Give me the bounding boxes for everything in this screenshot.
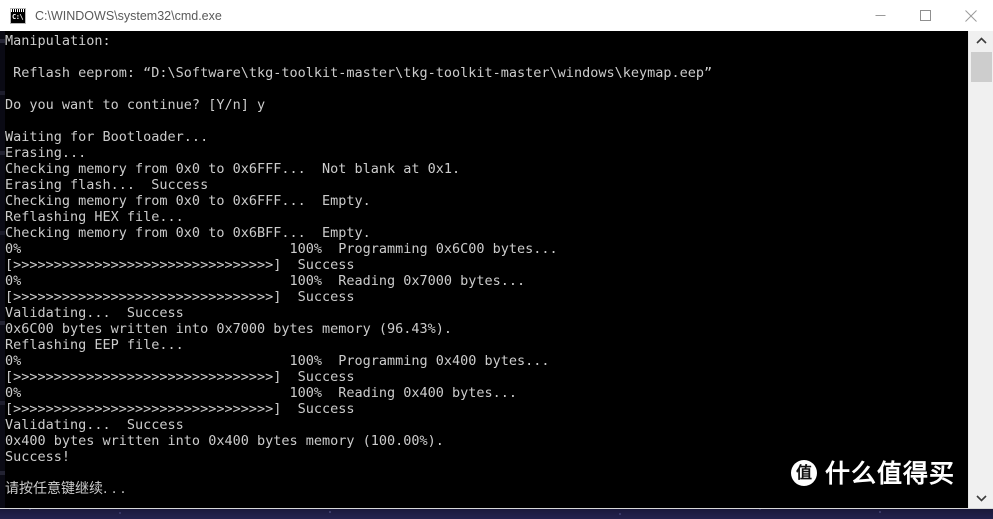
- console-line: [>>>>>>>>>>>>>>>>>>>>>>>>>>>>>>>>] Succe…: [5, 289, 355, 305]
- console-line: Validating... Success: [5, 305, 184, 321]
- console-line: Erasing flash... Success: [5, 177, 209, 193]
- scroll-thumb[interactable]: [971, 52, 992, 82]
- console-line: Waiting for Bootloader...: [5, 129, 209, 145]
- console-line: Do you want to continue? [Y/n] y: [5, 97, 266, 113]
- console-line: Reflashing HEX file...: [5, 209, 184, 225]
- minimize-button[interactable]: [858, 0, 903, 31]
- window-controls: [858, 0, 993, 31]
- console-line: 0x400 bytes written into 0x400 bytes mem…: [5, 433, 444, 449]
- console-line: 请按任意键继续. . .: [5, 481, 126, 497]
- vertical-scrollbar[interactable]: [968, 31, 993, 508]
- maximize-button[interactable]: [903, 0, 948, 31]
- console-line: 0% 100% Reading 0x7000 bytes...: [5, 273, 526, 289]
- console-line: [>>>>>>>>>>>>>>>>>>>>>>>>>>>>>>>>] Succe…: [5, 257, 355, 273]
- console-line: [>>>>>>>>>>>>>>>>>>>>>>>>>>>>>>>>] Succe…: [5, 401, 355, 417]
- console-line: Checking memory from 0x0 to 0x6BFF... Em…: [5, 225, 371, 241]
- cmd-console-window: C:\WINDOWS\system32\cmd.exe Manip: [0, 0, 993, 508]
- console-line: 0% 100% Reading 0x400 bytes...: [5, 385, 518, 401]
- console-line: 0% 100% Programming 0x400 bytes...: [5, 353, 550, 369]
- console-line: Validating... Success: [5, 417, 184, 433]
- console-line: Manipulation:: [5, 33, 111, 49]
- console-line: Erasing...: [5, 145, 87, 161]
- console-line: 0x6C00 bytes written into 0x7000 bytes m…: [5, 321, 453, 337]
- window-title: C:\WINDOWS\system32\cmd.exe: [35, 8, 222, 23]
- cmd-console-icon: [10, 7, 26, 24]
- console-line: 0% 100% Programming 0x6C00 bytes...: [5, 241, 558, 257]
- console-line: Checking memory from 0x0 to 0x6FFF... No…: [5, 161, 461, 177]
- console-line: Reflashing EEP file...: [5, 337, 184, 353]
- console-line: Checking memory from 0x0 to 0x6FFF... Em…: [5, 193, 371, 209]
- console-output-area[interactable]: Manipulation: Reflash eeprom: “D:\Softwa…: [0, 31, 993, 508]
- console-line: Reflash eeprom: “D:\Software\tkg-toolkit…: [5, 65, 713, 81]
- console-line: Success!: [5, 449, 71, 465]
- scroll-up-arrow[interactable]: [969, 31, 993, 51]
- close-button[interactable]: [948, 0, 993, 31]
- console-text: Manipulation: Reflash eeprom: “D:\Softwa…: [5, 33, 968, 508]
- scroll-down-arrow[interactable]: [969, 488, 993, 508]
- title-bar[interactable]: C:\WINDOWS\system32\cmd.exe: [0, 0, 993, 32]
- console-line: [>>>>>>>>>>>>>>>>>>>>>>>>>>>>>>>>] Succe…: [5, 369, 355, 385]
